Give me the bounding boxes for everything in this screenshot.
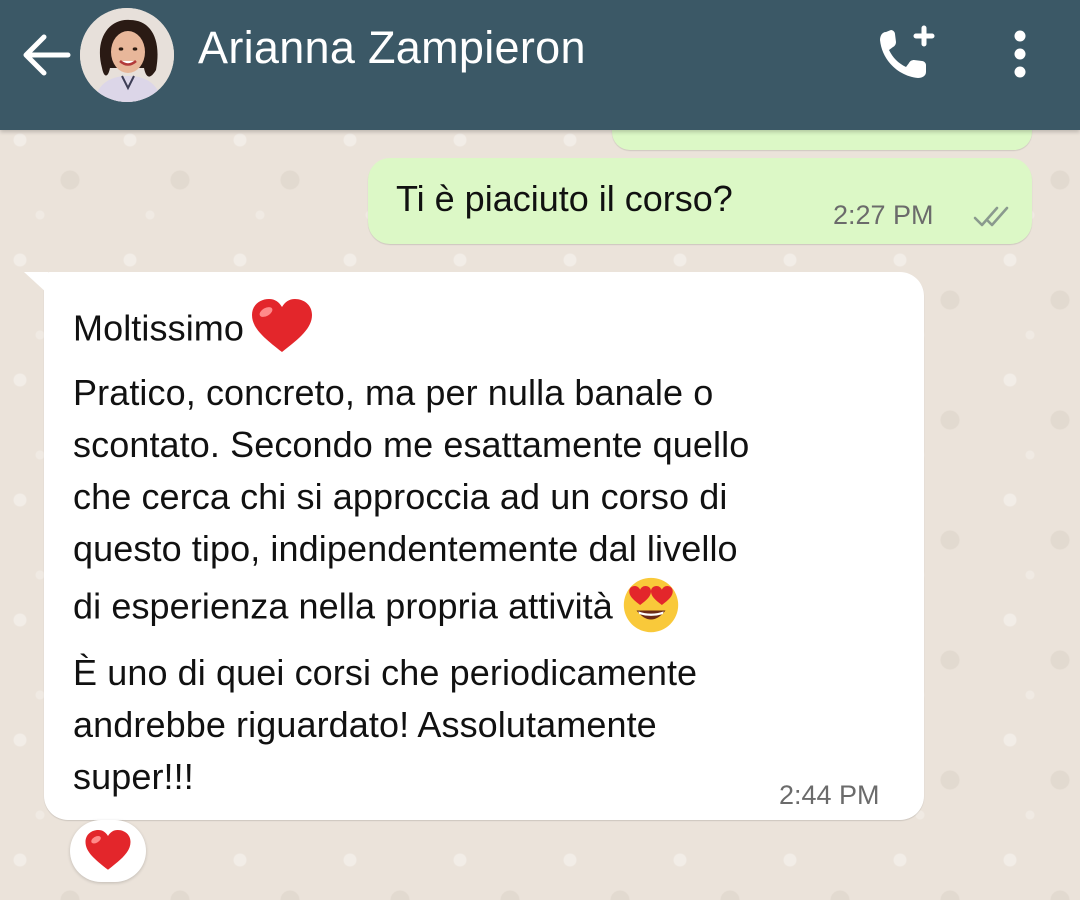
message-line: Moltissimo: [73, 299, 314, 360]
red-heart-emoji: [85, 830, 131, 870]
chat-header: Arianna Zampieron: [0, 0, 1080, 130]
more-vertical-icon[interactable]: [1000, 22, 1040, 86]
message-line: di esperienza nella propria attività: [73, 577, 683, 638]
message-text: Ti è piaciuto il corso?: [396, 178, 733, 219]
message-reaction[interactable]: [70, 820, 146, 882]
message-line: scontato. Secondo me esattamente quello: [73, 424, 750, 465]
message-time: 2:27 PM: [833, 200, 934, 230]
heart-eyes-emoji: [619, 576, 683, 634]
message-line: È uno di quei corsi che periodicamente: [73, 652, 698, 693]
message-time: 2:44 PM: [779, 780, 880, 810]
message-line: super!!!: [73, 756, 194, 797]
message-line: che cerca chi si approccia ad un corso d…: [73, 476, 728, 517]
add-call-icon[interactable]: [872, 22, 938, 86]
bubble-tail: [24, 272, 48, 294]
avatar[interactable]: [80, 8, 174, 102]
contact-name[interactable]: Arianna Zampieron: [198, 22, 586, 74]
outgoing-message-bubble[interactable]: Ti è piaciuto il corso? 2:27 PM: [368, 158, 1032, 244]
back-arrow-icon[interactable]: [18, 30, 74, 80]
double-check-icon: [973, 204, 1017, 230]
red-heart-emoji: [250, 298, 314, 356]
message-line: Pratico, concreto, ma per nulla banale o: [73, 372, 714, 413]
message-line: andrebbe riguardato! Assolutamente: [73, 704, 657, 745]
incoming-message-bubble[interactable]: Moltissimo Pratico, concreto, ma per nul…: [24, 272, 924, 820]
message-line: questo tipo, indipendentemente dal livel…: [73, 528, 738, 569]
